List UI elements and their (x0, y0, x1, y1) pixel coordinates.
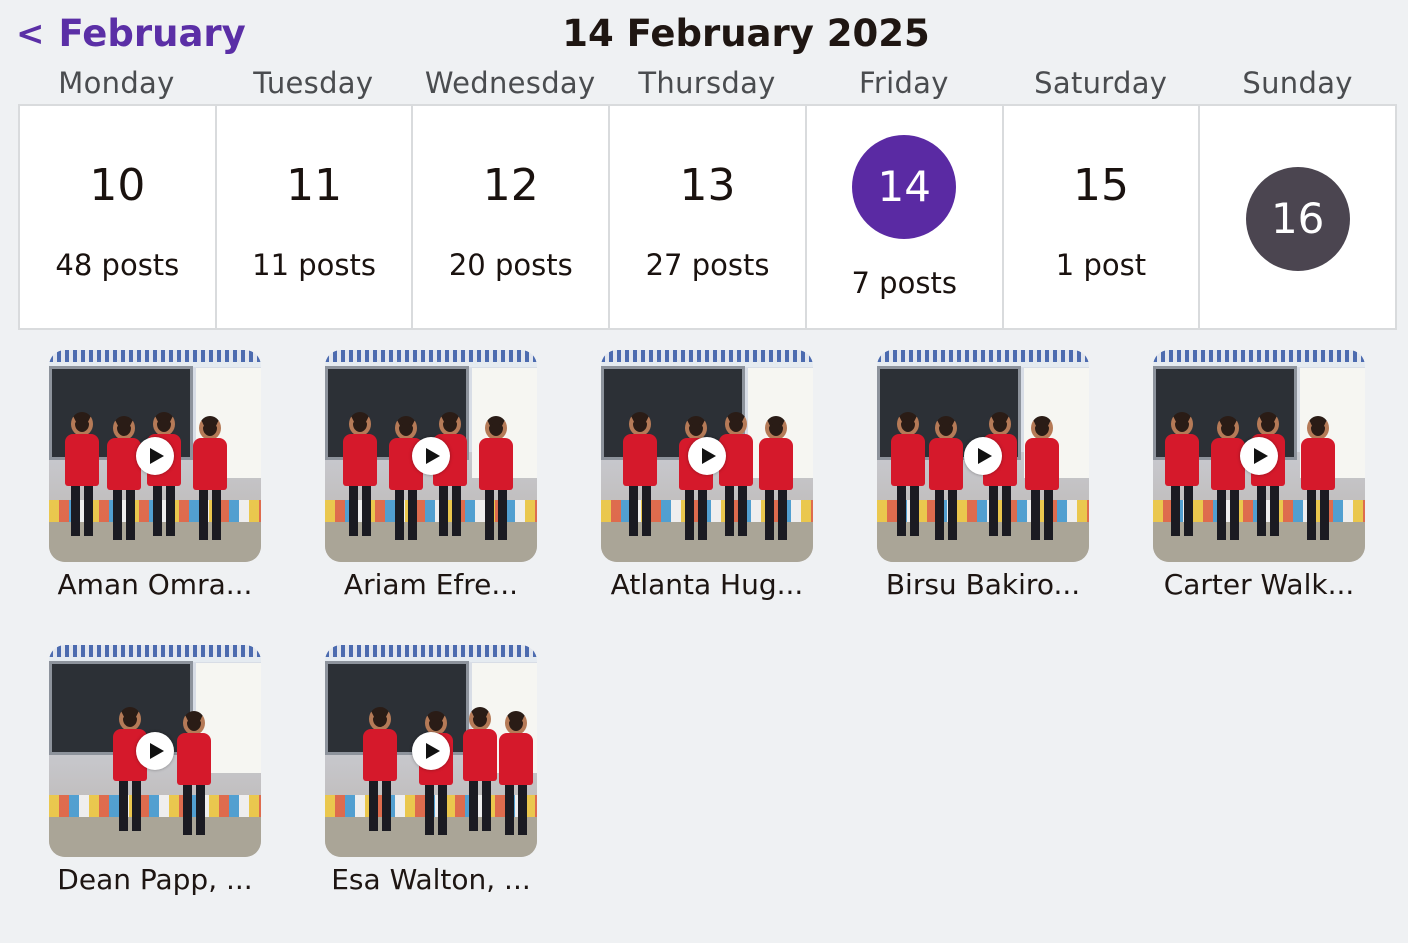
child-figure (479, 416, 513, 540)
play-icon[interactable] (1240, 437, 1278, 475)
day-cell[interactable]: 10 48 posts (20, 106, 217, 328)
child-figure (193, 416, 227, 540)
child-figure (1301, 416, 1335, 540)
day-post-count: 20 posts (448, 248, 573, 282)
video-thumbnail[interactable] (877, 350, 1089, 562)
today-day-badge: 16 (1245, 167, 1350, 271)
child-figure (679, 416, 713, 540)
child-figure (177, 711, 211, 835)
weekday-label: Monday (58, 66, 175, 100)
play-icon[interactable] (136, 732, 174, 770)
video-thumbnail[interactable] (1153, 350, 1365, 562)
day-number: 11 (286, 160, 343, 211)
chevron-left-icon: < (16, 13, 45, 54)
post-caption: Birsu Bakiro... (885, 568, 1081, 601)
back-link-label: February (58, 12, 246, 55)
child-figure (499, 711, 533, 835)
day-cell[interactable]: 12 20 posts (413, 106, 611, 328)
weekday-label: Friday (859, 66, 949, 100)
weekday-label: Sunday (1242, 66, 1353, 100)
day-post-count: 7 posts (851, 266, 957, 300)
child-figure (1025, 416, 1059, 540)
child-figure (1165, 412, 1199, 536)
wall-banner (601, 350, 813, 362)
header: < February 14 February 2025 (0, 0, 1408, 66)
day-cell[interactable]: 11 11 posts (217, 106, 414, 328)
child-figure (719, 412, 753, 536)
child-figure (65, 412, 99, 536)
wall-banner (325, 645, 537, 657)
shelf-display (49, 795, 261, 819)
video-thumbnail[interactable] (49, 645, 261, 857)
day-post-count: 11 posts (252, 248, 376, 282)
weekday-label: Tuesday (253, 66, 374, 100)
wall-banner (49, 350, 261, 362)
child-figure (759, 416, 793, 540)
post-caption: Esa Walton, ... (331, 863, 531, 896)
child-figure (623, 412, 657, 536)
wall-banner (877, 350, 1089, 362)
day-cell-selected[interactable]: 14 7 posts (807, 106, 1004, 328)
child-figure (929, 416, 963, 540)
wall-banner (1153, 350, 1365, 362)
post-tile[interactable]: Dean Papp, ... (22, 645, 288, 896)
play-icon[interactable] (412, 437, 450, 475)
day-cell-today[interactable]: 16 (1200, 106, 1395, 328)
day-number: 10 (89, 160, 146, 211)
child-figure (343, 412, 377, 536)
play-icon[interactable] (136, 437, 174, 475)
post-caption: Atlanta Hug... (610, 568, 804, 601)
post-caption: Carter Walk... (1163, 568, 1355, 601)
wall-banner (49, 645, 261, 657)
day-post-count: 1 post (1055, 248, 1147, 282)
child-figure (891, 412, 925, 536)
week-strip: 10 48 posts 11 11 posts 12 20 posts 13 2… (18, 104, 1397, 330)
play-icon[interactable] (412, 732, 450, 770)
child-figure (389, 416, 423, 540)
post-tile[interactable]: Atlanta Hug... (574, 350, 840, 601)
child-figure (983, 412, 1017, 536)
post-caption: Aman Omra... (57, 568, 253, 601)
day-post-count: 27 posts (645, 248, 770, 282)
weekday-label: Saturday (1034, 66, 1168, 100)
day-number: 13 (679, 160, 736, 211)
child-figure (107, 416, 141, 540)
post-tile[interactable]: Birsu Bakiro... (850, 350, 1116, 601)
day-post-count: 48 posts (55, 248, 180, 282)
child-figure (463, 707, 497, 831)
video-thumbnail[interactable] (325, 350, 537, 562)
video-thumbnail[interactable] (601, 350, 813, 562)
child-figure (113, 707, 147, 831)
video-thumbnail[interactable] (325, 645, 537, 857)
post-caption: Ariam Efre... (343, 568, 519, 601)
wall-banner (325, 350, 537, 362)
selected-day-badge: 14 (852, 135, 957, 239)
post-caption: Dean Papp, ... (57, 863, 253, 896)
play-icon[interactable] (688, 437, 726, 475)
post-tile[interactable]: Ariam Efre... (298, 350, 564, 601)
post-tile[interactable]: Carter Walk... (1126, 350, 1392, 601)
child-figure (363, 707, 397, 831)
back-to-month-link[interactable]: < February (16, 12, 246, 55)
day-cell[interactable]: 13 27 posts (610, 106, 807, 328)
floor (49, 817, 261, 857)
child-figure (433, 412, 467, 536)
play-icon[interactable] (964, 437, 1002, 475)
video-thumbnail[interactable] (49, 350, 261, 562)
post-tile[interactable]: Esa Walton, ... (298, 645, 564, 896)
child-figure (1211, 416, 1245, 540)
weekday-label: Wednesday (424, 66, 596, 100)
post-tile[interactable]: Aman Omra... (22, 350, 288, 601)
day-number: 12 (482, 160, 539, 211)
post-grid: Aman Omra... Ariam Efre... Atlanta Hug... B… (22, 350, 1402, 896)
day-number: 15 (1072, 160, 1129, 211)
weekday-header-row: Monday Tuesday Wednesday Thursday Friday… (18, 66, 1396, 104)
child-figure (419, 711, 453, 835)
weekday-label: Thursday (638, 66, 776, 100)
day-cell[interactable]: 15 1 post (1004, 106, 1201, 328)
